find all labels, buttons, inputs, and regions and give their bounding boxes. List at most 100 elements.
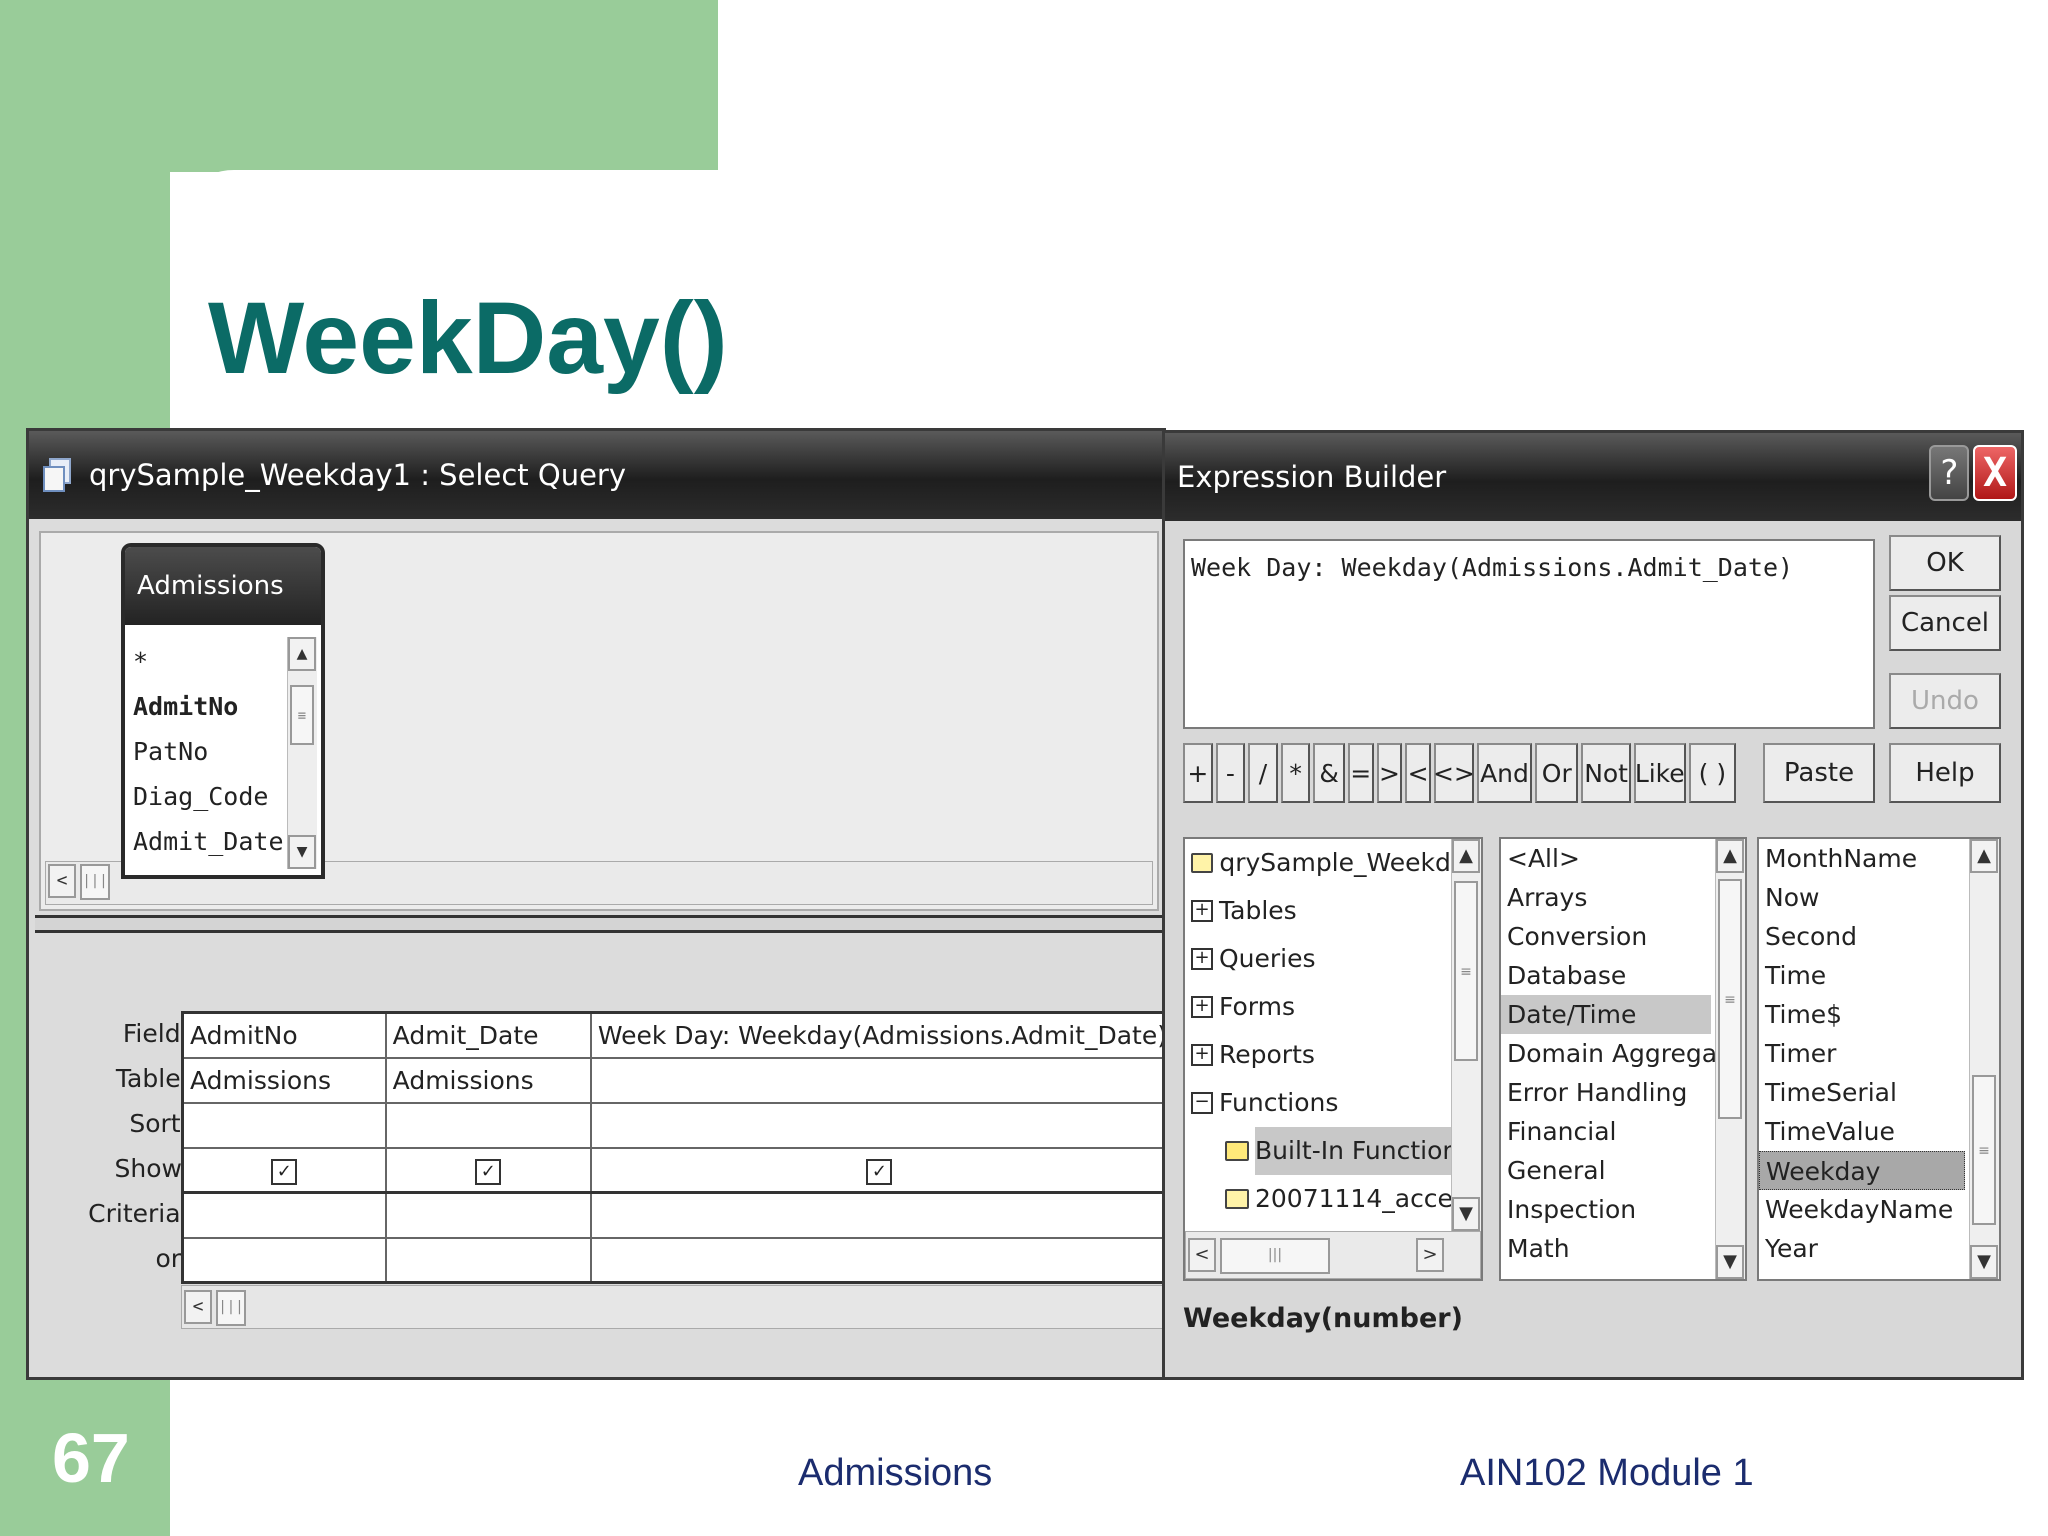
operator-not-button[interactable]: Not: [1581, 743, 1631, 803]
expression-input[interactable]: Week Day: Weekday(Admissions.Admit_Date): [1183, 539, 1875, 729]
function-item[interactable]: MonthName: [1759, 839, 1999, 878]
expand-icon[interactable]: +: [1191, 1044, 1213, 1066]
scroll-thumb[interactable]: ≡: [1718, 879, 1742, 1119]
pane-splitter[interactable]: [35, 915, 1163, 933]
tree-item-database[interactable]: 20071114_access: [1185, 1175, 1481, 1223]
field-item-all[interactable]: *: [129, 639, 281, 684]
category-item[interactable]: Inspection: [1501, 1190, 1745, 1229]
operator-divide-button[interactable]: /: [1248, 743, 1278, 803]
function-item[interactable]: WeekdayName: [1759, 1190, 1999, 1229]
field-item-admit-date[interactable]: Admit_Date: [129, 819, 284, 864]
grid-cell-table-1[interactable]: Admissions: [180, 1057, 387, 1104]
operator-parens-button[interactable]: ( ): [1688, 743, 1737, 803]
category-item[interactable]: Error Handling: [1501, 1073, 1745, 1112]
grid-cell-or-3[interactable]: [590, 1237, 1170, 1284]
tree-item-functions[interactable]: − Functions: [1185, 1079, 1481, 1127]
tree-item-queries[interactable]: + Queries: [1185, 935, 1481, 983]
scroll-left-icon[interactable]: <: [184, 1290, 212, 1324]
scroll-thumb[interactable]: ≡: [1454, 881, 1478, 1061]
undo-button[interactable]: Undo: [1889, 673, 2001, 729]
grid-cell-field-1[interactable]: AdmitNo: [180, 1011, 387, 1059]
design-grid-hscrollbar[interactable]: < |||: [181, 1285, 1165, 1329]
field-list-scrollbar[interactable]: ▲ ≡ ▼: [287, 637, 317, 869]
field-item-diag-code[interactable]: Diag_Code: [129, 774, 281, 819]
cancel-button[interactable]: Cancel: [1889, 595, 2001, 651]
ok-button[interactable]: OK: [1889, 535, 2001, 591]
grid-cell-sort-1[interactable]: [180, 1102, 387, 1149]
collapse-icon[interactable]: −: [1191, 1092, 1213, 1114]
show-checkbox[interactable]: ✓: [475, 1159, 502, 1186]
operator-greater-button[interactable]: >: [1376, 743, 1403, 803]
function-item[interactable]: Now: [1759, 878, 1999, 917]
operator-or-button[interactable]: Or: [1535, 743, 1579, 803]
tree-item-query[interactable]: qrySample_Weekday: [1185, 839, 1481, 887]
category-item[interactable]: Arrays: [1501, 878, 1745, 917]
function-item-selected[interactable]: Weekday: [1759, 1151, 1965, 1190]
category-item[interactable]: Domain Aggregate: [1501, 1034, 1745, 1073]
scroll-thumb[interactable]: ≡: [1972, 1075, 1996, 1225]
grid-cell-criteria-3[interactable]: [590, 1191, 1170, 1239]
grid-cell-criteria-1[interactable]: [180, 1191, 387, 1239]
function-item[interactable]: Time$: [1759, 995, 1999, 1034]
show-checkbox[interactable]: ✓: [866, 1159, 893, 1186]
scroll-thumb[interactable]: |||: [1220, 1238, 1330, 1274]
close-icon[interactable]: X: [1973, 445, 2017, 501]
scroll-down-icon[interactable]: ▼: [1716, 1245, 1744, 1279]
function-item[interactable]: TimeValue: [1759, 1112, 1999, 1151]
function-item[interactable]: Timer: [1759, 1034, 1999, 1073]
scroll-up-icon[interactable]: ▲: [1970, 839, 1998, 873]
operator-not-equal-button[interactable]: <>: [1433, 743, 1475, 803]
scroll-up-icon[interactable]: ▲: [1452, 839, 1480, 873]
grid-cell-sort-2[interactable]: [385, 1102, 592, 1149]
operator-like-button[interactable]: Like: [1633, 743, 1686, 803]
scroll-right-icon[interactable]: >: [1416, 1238, 1444, 1272]
function-item[interactable]: TimeSerial: [1759, 1073, 1999, 1112]
scroll-left-icon[interactable]: <: [1188, 1238, 1216, 1272]
tree-vscrollbar[interactable]: ▲ ≡ ▼: [1451, 839, 1481, 1231]
category-item[interactable]: Math: [1501, 1229, 1745, 1268]
grid-cell-field-2[interactable]: Admit_Date: [385, 1011, 592, 1059]
scroll-down-icon[interactable]: ▼: [1970, 1245, 1998, 1279]
grid-cell-or-1[interactable]: [180, 1237, 387, 1284]
field-list-admissions[interactable]: Admissions * AdmitNo PatNo Diag_Code Adm…: [121, 543, 325, 879]
category-item[interactable]: Database: [1501, 956, 1745, 995]
function-item[interactable]: Year: [1759, 1229, 1999, 1268]
operator-multiply-button[interactable]: *: [1280, 743, 1311, 803]
grid-cell-sort-3[interactable]: [590, 1102, 1170, 1149]
show-checkbox[interactable]: ✓: [271, 1159, 298, 1186]
scroll-down-icon[interactable]: ▼: [1452, 1197, 1480, 1231]
select-query-titlebar[interactable]: qrySample_Weekday1 : Select Query: [29, 431, 1163, 519]
grid-cell-table-2[interactable]: Admissions: [385, 1057, 592, 1104]
grid-cell-field-3[interactable]: Week Day: Weekday(Admissions.Admit_Date): [590, 1011, 1170, 1059]
category-vscrollbar[interactable]: ▲ ≡ ▼: [1715, 839, 1745, 1279]
operator-less-button[interactable]: <: [1405, 743, 1431, 803]
grid-cell-table-3[interactable]: [590, 1057, 1170, 1104]
scroll-down-icon[interactable]: ▼: [288, 835, 316, 869]
help-button[interactable]: Help: [1889, 743, 2001, 803]
expand-icon[interactable]: +: [1191, 900, 1213, 922]
tree-item-forms[interactable]: + Forms: [1185, 983, 1481, 1031]
operator-and-button[interactable]: And: [1476, 743, 1533, 803]
operator-plus-button[interactable]: +: [1183, 743, 1213, 803]
field-item-patno[interactable]: PatNo: [129, 729, 281, 774]
operator-minus-button[interactable]: -: [1215, 743, 1246, 803]
function-item[interactable]: Time: [1759, 956, 1999, 995]
function-item[interactable]: Second: [1759, 917, 1999, 956]
scroll-up-icon[interactable]: ▲: [1716, 839, 1744, 873]
category-item[interactable]: <All>: [1501, 839, 1745, 878]
function-vscrollbar[interactable]: ▲ ≡ ▼: [1969, 839, 1999, 1279]
tree-item-built-in-functions[interactable]: Built-In Functions: [1185, 1127, 1481, 1175]
tree-hscrollbar[interactable]: < ||| >: [1185, 1231, 1481, 1279]
help-icon[interactable]: ?: [1929, 445, 1969, 501]
scroll-thumb[interactable]: |||: [216, 1290, 246, 1326]
expand-icon[interactable]: +: [1191, 948, 1213, 970]
scroll-left-icon[interactable]: <: [48, 864, 76, 898]
category-item[interactable]: General: [1501, 1151, 1745, 1190]
grid-cell-or-2[interactable]: [385, 1237, 592, 1284]
scroll-thumb[interactable]: ≡: [290, 685, 314, 745]
paste-button[interactable]: Paste: [1763, 743, 1875, 803]
tree-item-tables[interactable]: + Tables: [1185, 887, 1481, 935]
grid-cell-criteria-2[interactable]: [385, 1191, 592, 1239]
category-item[interactable]: Financial: [1501, 1112, 1745, 1151]
scroll-thumb[interactable]: |||: [80, 864, 110, 900]
